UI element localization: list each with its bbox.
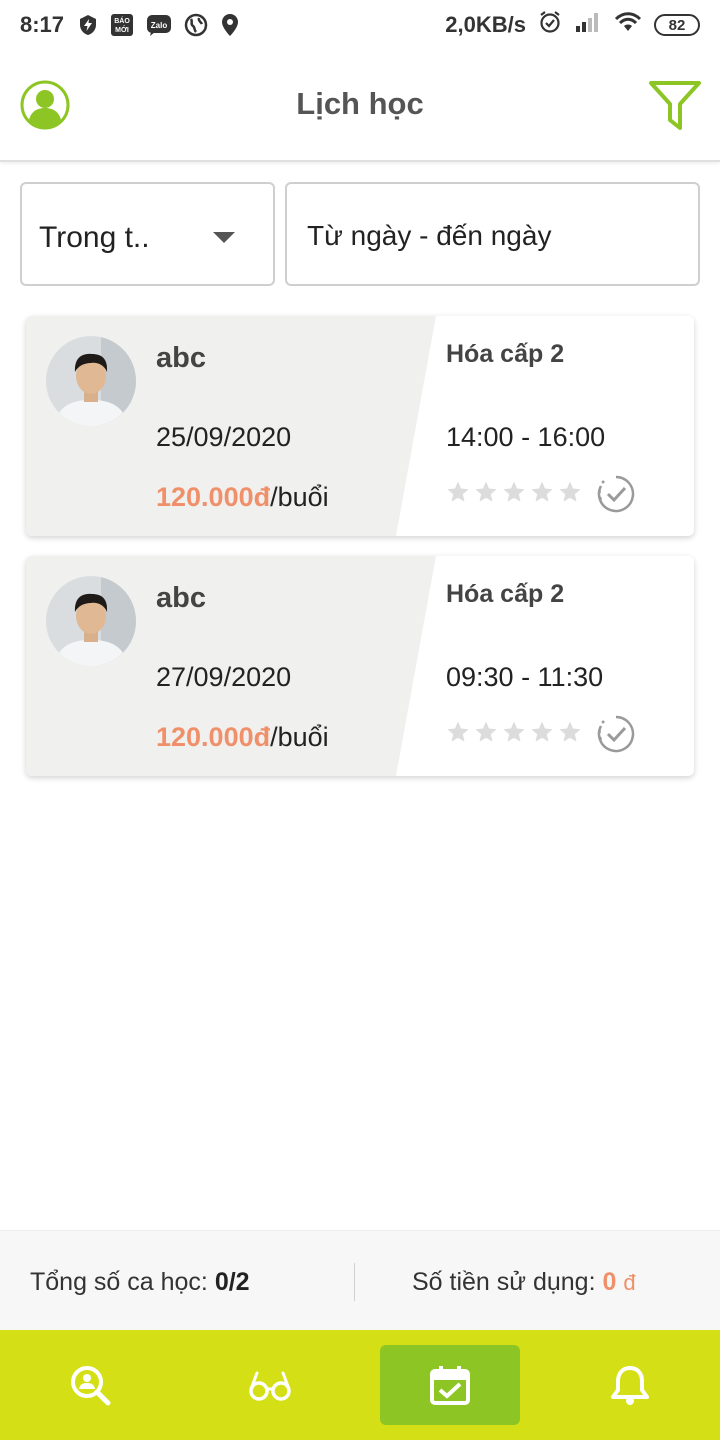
rating-stars bbox=[446, 720, 582, 744]
alarm-icon bbox=[538, 10, 562, 40]
bell-icon bbox=[611, 1366, 649, 1405]
currency-symbol: đ bbox=[623, 1270, 636, 1295]
nav-schedule[interactable] bbox=[380, 1345, 520, 1425]
star-icon bbox=[475, 481, 497, 502]
session-price: 120.000đ/buổi bbox=[156, 482, 329, 513]
charging-bolt-icon bbox=[78, 14, 98, 36]
baomoi-label-line1: BÁO bbox=[114, 16, 130, 25]
total-sessions-value: 0/2 bbox=[214, 1268, 250, 1296]
price-unit: /buổi bbox=[270, 722, 329, 752]
star-icon bbox=[503, 721, 525, 742]
wifi-icon bbox=[614, 11, 642, 39]
session-subject: Hóa cấp 2 bbox=[446, 340, 565, 368]
period-select[interactable]: Trong t.. bbox=[20, 182, 275, 286]
filter-button[interactable] bbox=[648, 80, 702, 132]
star-icon bbox=[559, 481, 581, 502]
tutor-name: abc bbox=[156, 342, 206, 374]
tutor-photo bbox=[46, 576, 136, 666]
tutor-photo bbox=[46, 336, 136, 426]
status-bar: 8:17 BÁO MỚI Zalo 2,0KB/s 82 bbox=[0, 0, 720, 50]
network-speed: 2,0KB/s bbox=[445, 12, 526, 37]
nav-glasses[interactable] bbox=[200, 1345, 340, 1425]
baomoi-icon: BÁO MỚI bbox=[110, 13, 134, 37]
session-card[interactable]: abc 25/09/2020 120.000đ/buổi Hóa cấp 2 1… bbox=[26, 316, 694, 536]
app-header: Lịch học bbox=[0, 50, 720, 162]
baomoi-label-line2: MỚI bbox=[115, 25, 129, 34]
battery-indicator: 82 bbox=[654, 14, 700, 36]
check-circle-icon[interactable] bbox=[596, 714, 636, 754]
nav-search-tutor[interactable] bbox=[20, 1345, 160, 1425]
star-icon bbox=[503, 481, 525, 502]
funnel-icon bbox=[649, 81, 701, 130]
session-subject: Hóa cấp 2 bbox=[446, 580, 565, 608]
star-icon bbox=[475, 721, 497, 742]
summary-divider bbox=[354, 1263, 355, 1301]
date-range-placeholder: Từ ngày - đến ngày bbox=[307, 220, 552, 251]
globe-icon bbox=[184, 13, 208, 37]
search-tutor-icon bbox=[71, 1366, 111, 1406]
total-sessions: Tổng số ca học: 0/2 bbox=[30, 1268, 250, 1297]
star-icon bbox=[531, 721, 553, 742]
glasses-icon bbox=[249, 1371, 291, 1401]
price-unit: /buổi bbox=[270, 482, 329, 512]
rating-stars bbox=[446, 480, 582, 504]
page-title: Lịch học bbox=[296, 86, 424, 121]
location-icon bbox=[220, 13, 240, 37]
money-used: Số tiền sử dụng: 0 đ bbox=[412, 1268, 636, 1297]
check-circle-icon[interactable] bbox=[596, 474, 636, 514]
money-used-value: 0 bbox=[602, 1268, 617, 1296]
bottom-nav bbox=[0, 1330, 720, 1440]
price-amount: 120.000đ bbox=[156, 722, 271, 752]
star-icon bbox=[447, 481, 469, 502]
period-select-value: Trong t.. bbox=[39, 221, 150, 254]
session-price: 120.000đ/buổi bbox=[156, 722, 329, 753]
total-sessions-label: Tổng số ca học: bbox=[30, 1268, 215, 1296]
status-time: 8:17 bbox=[20, 12, 65, 37]
session-date: 27/09/2020 bbox=[156, 662, 292, 692]
summary-bar: Tổng số ca học: 0/2 Số tiền sử dụng: 0 đ bbox=[0, 1230, 720, 1330]
session-card[interactable]: abc 27/09/2020 120.000đ/buổi Hóa cấp 2 0… bbox=[26, 556, 694, 776]
star-icon bbox=[531, 481, 553, 502]
date-range-field[interactable]: Từ ngày - đến ngày bbox=[285, 182, 700, 286]
zalo-label: Zalo bbox=[151, 21, 168, 30]
zalo-icon: Zalo bbox=[146, 13, 172, 37]
signal-icon bbox=[574, 11, 602, 39]
calendar-check-icon bbox=[430, 1366, 470, 1405]
money-used-label: Số tiền sử dụng: bbox=[412, 1268, 603, 1296]
caret-down-icon bbox=[213, 232, 235, 243]
session-time: 09:30 - 11:30 bbox=[446, 662, 604, 692]
session-time: 14:00 - 16:00 bbox=[446, 422, 606, 452]
session-date: 25/09/2020 bbox=[156, 422, 292, 452]
tutor-name: abc bbox=[156, 582, 206, 614]
star-icon bbox=[559, 721, 581, 742]
star-icon bbox=[447, 721, 469, 742]
nav-notifications[interactable] bbox=[560, 1345, 700, 1425]
price-amount: 120.000đ bbox=[156, 482, 271, 512]
